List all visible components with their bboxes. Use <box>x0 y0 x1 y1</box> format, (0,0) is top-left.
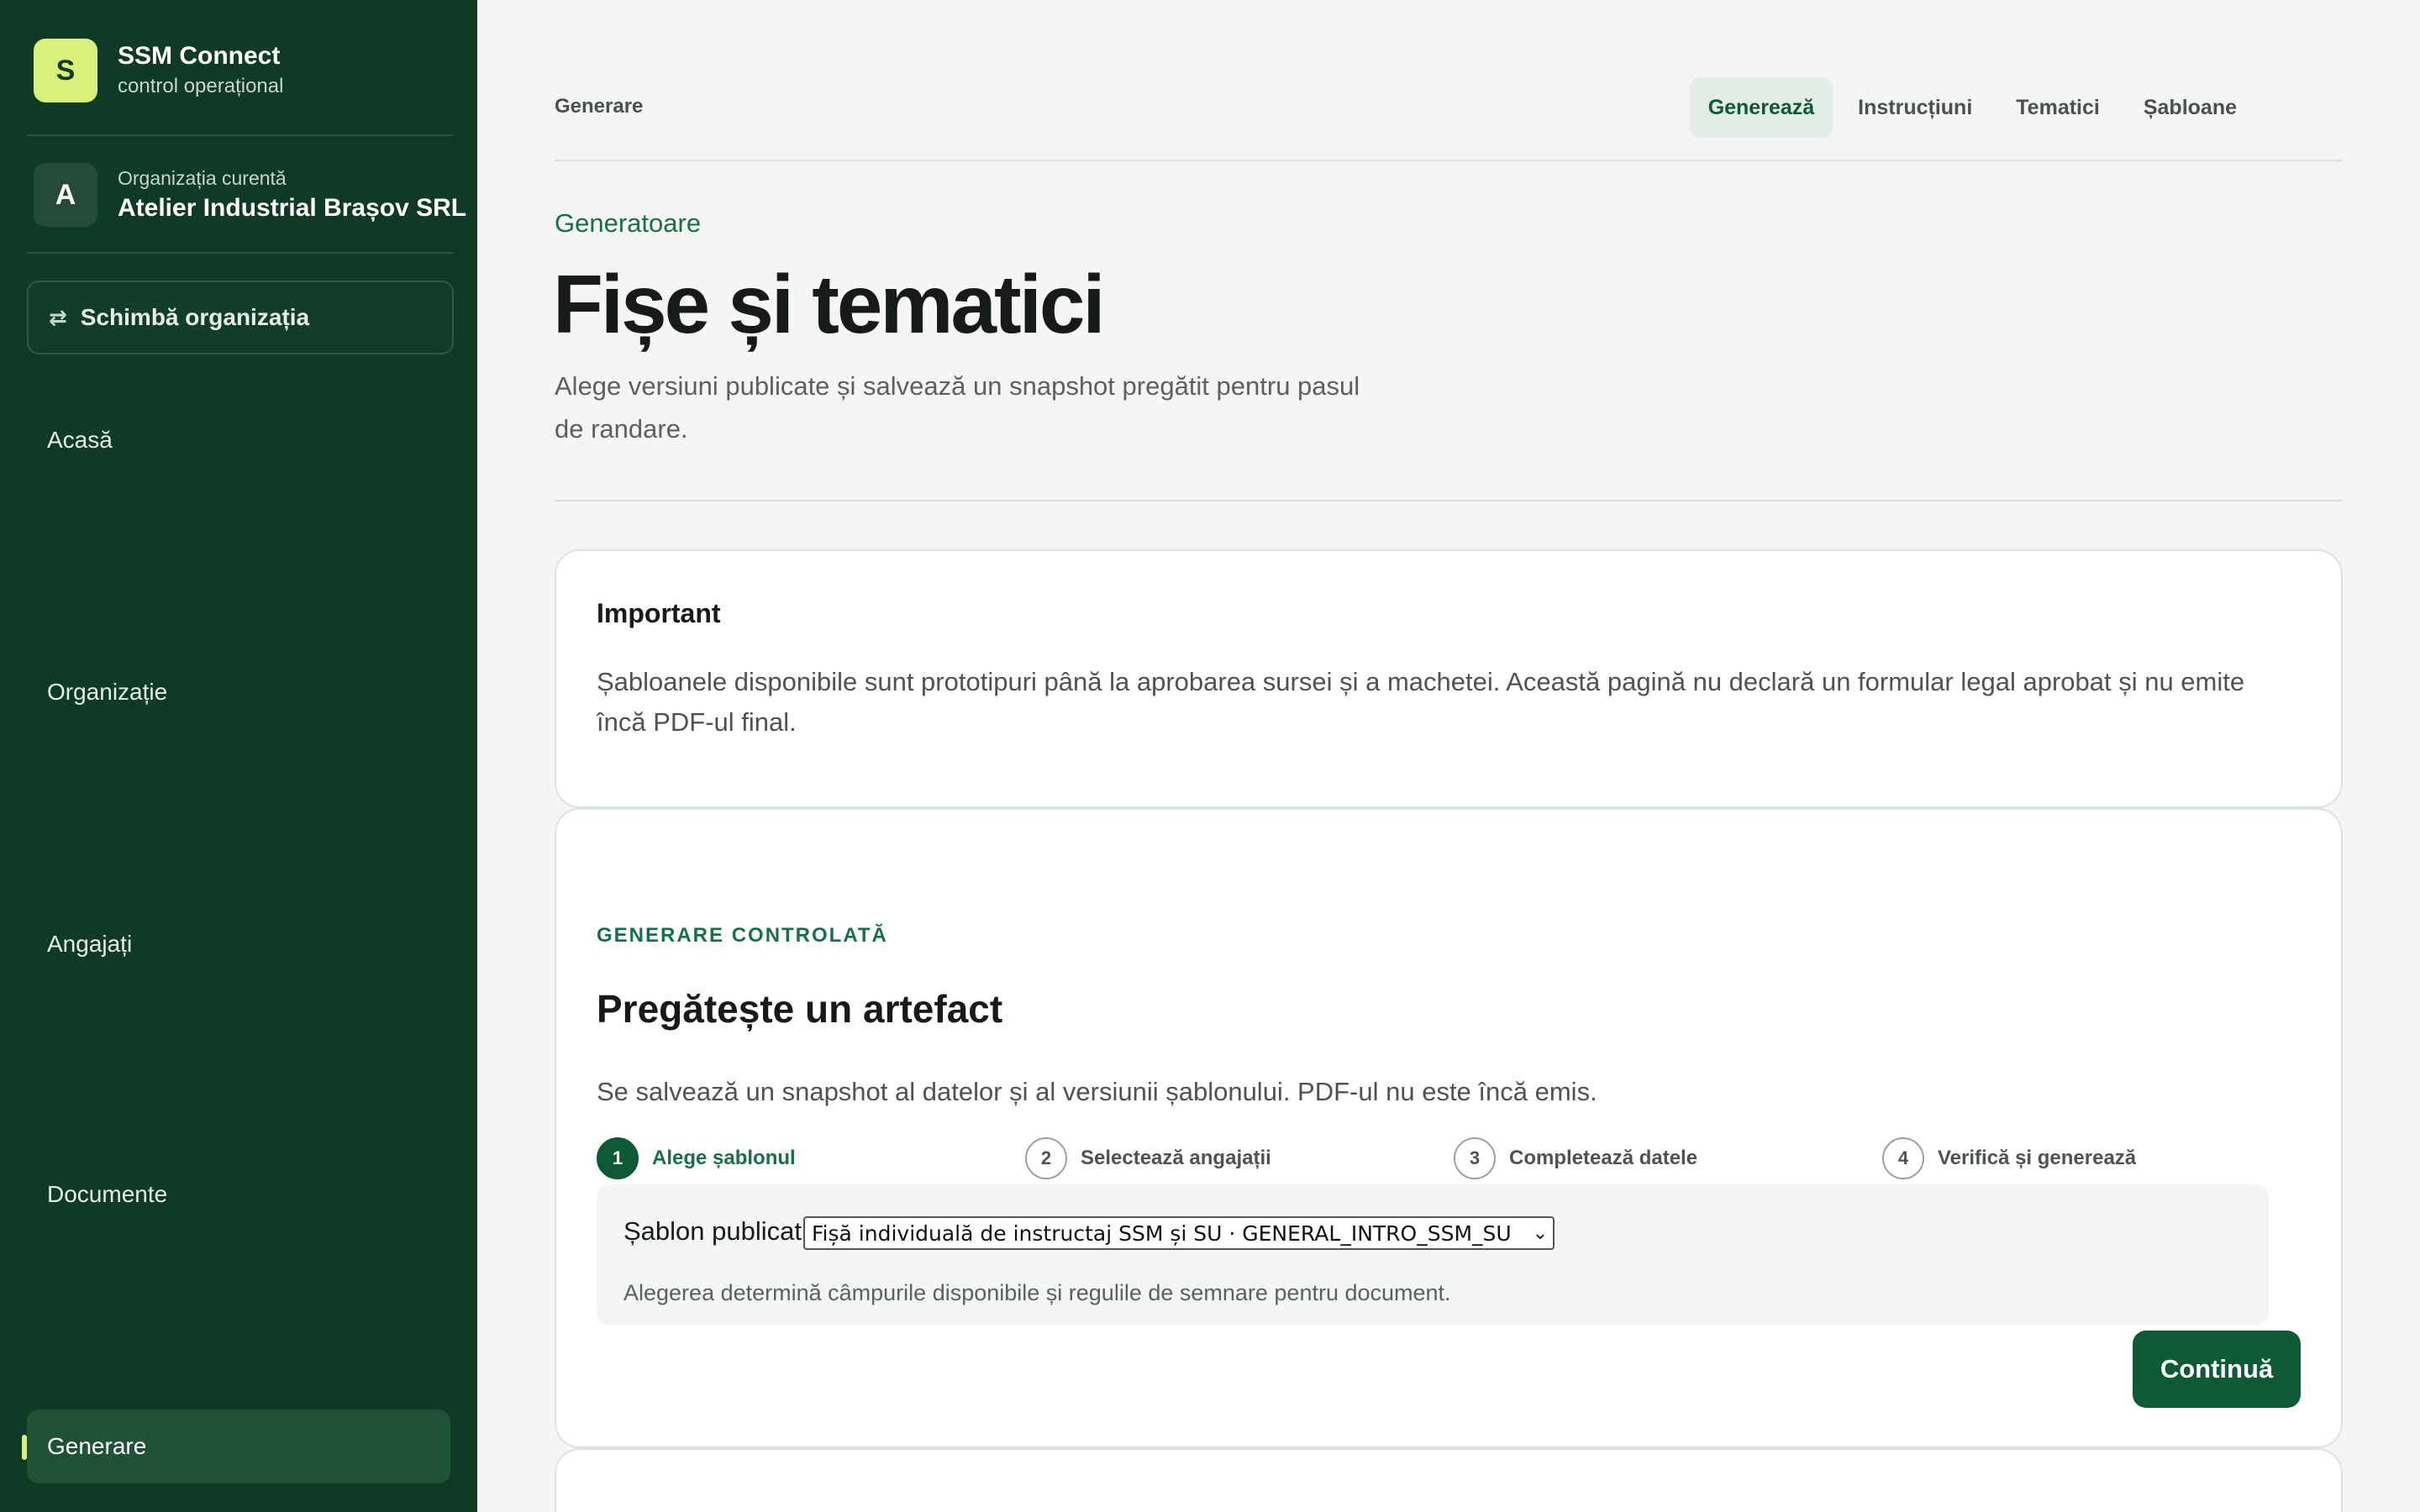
sidebar: S SSM Connect control operațional A Orga… <box>0 0 477 1512</box>
template-field: Șablon publicat Fișă individuală de inst… <box>597 1184 2269 1326</box>
sidebar-item-acasa[interactable]: Acasă <box>27 403 450 477</box>
page-eyebrow: Generatoare <box>555 208 702 238</box>
section-divider <box>555 500 2343 501</box>
step-number: 3 <box>1454 1137 1496 1179</box>
step-4[interactable]: 4 Verifică și generează <box>1882 1137 2136 1179</box>
template-field-help: Alegerea determină câmpurile disponibile… <box>623 1280 1451 1305</box>
tab-tematici[interactable]: Tematici <box>1997 77 2118 138</box>
main-content: Generare Generează Instrucțiuni Tematici… <box>477 0 2420 1512</box>
next-card <box>555 1448 2343 1512</box>
swap-arrows-icon: ⇄ <box>49 304 67 330</box>
sidebar-item-documente[interactable]: Documente <box>27 1158 450 1231</box>
page-title: Fișe și tematici <box>553 258 1106 350</box>
chevron-down-icon: ⌄ <box>1532 1222 1549 1244</box>
template-select-value: Fișă individuală de instructaj SSM și SU… <box>812 1221 1512 1246</box>
sidebar-item-generare[interactable]: Generare <box>22 1410 450 1483</box>
sidebar-item-label: Documente <box>47 1181 168 1207</box>
step-3[interactable]: 3 Completează datele <box>1454 1137 1697 1179</box>
important-notice-card: Important Șabloanele disponibile sunt pr… <box>555 549 2343 808</box>
step-1[interactable]: 1 Alege șablonul <box>597 1137 796 1179</box>
current-organization: A Organizația curentă Atelier Industrial… <box>34 163 466 227</box>
page-subtitle: Alege versiuni publicate și salvează un … <box>555 371 1360 444</box>
sidebar-item-label: Angajați <box>47 931 133 957</box>
step-number: 4 <box>1882 1137 1924 1179</box>
generator-card: GENERARE CONTROLATĂ Pregătește un artefa… <box>555 808 2343 1448</box>
breadcrumb: Generare <box>555 95 644 118</box>
tab-instructiuni[interactable]: Instrucțiuni <box>1839 77 1991 138</box>
sidebar-divider <box>27 252 454 254</box>
top-tabs: Generează Instrucțiuni Tematici Șabloane <box>1683 77 2255 138</box>
sidebar-item-label: Generare <box>47 1433 147 1459</box>
generator-subtitle: Se salvează un snapshot al datelor și al… <box>597 1077 1597 1106</box>
template-select[interactable]: Fișă individuală de instructaj SSM și SU… <box>803 1216 1555 1250</box>
step-2[interactable]: 2 Selectează angajații <box>1025 1137 1271 1179</box>
organization-name: Atelier Industrial Brașov SRL <box>118 194 467 222</box>
switch-organization-button[interactable]: ⇄ Schimbă organizația <box>27 281 454 354</box>
tab-genereaza[interactable]: Generează <box>1689 77 1833 138</box>
organization-label: Organizația curentă <box>118 167 287 189</box>
step-label: Selectează angajații <box>1081 1147 1271 1169</box>
brand-subtitle: control operațional <box>118 75 284 97</box>
step-number: 2 <box>1025 1137 1067 1179</box>
step-number: 1 <box>597 1137 639 1179</box>
switch-organization-label: Schimbă organizația <box>80 304 310 330</box>
notice-text: Șabloanele disponibile sunt prototipuri … <box>597 667 2245 737</box>
tab-sabloane[interactable]: Șabloane <box>2125 77 2255 138</box>
header-divider <box>555 160 2343 161</box>
sidebar-item-label: Organizație <box>47 679 168 705</box>
brand-logo: S <box>34 39 97 102</box>
step-label: Verifică și generează <box>1938 1147 2137 1169</box>
stepper: 1 Alege șablonul 2 Selectează angajații … <box>597 1137 2302 1184</box>
sidebar-divider <box>27 134 454 136</box>
notice-title: Important <box>597 598 721 628</box>
brand-name: SSM Connect <box>118 42 281 70</box>
sidebar-item-organizatie[interactable]: Organizație <box>27 655 450 729</box>
sidebar-item-angajati[interactable]: Angajați <box>27 907 450 981</box>
organization-avatar: A <box>34 163 97 227</box>
step-label: Alege șablonul <box>652 1147 796 1169</box>
continue-button[interactable]: Continuă <box>2133 1331 2301 1408</box>
generator-title: Pregătește un artefact <box>597 987 1003 1031</box>
step-label: Completează datele <box>1509 1147 1698 1169</box>
template-field-label: Șablon publicat <box>623 1216 802 1246</box>
generator-eyebrow: GENERARE CONTROLATĂ <box>597 924 888 947</box>
brand[interactable]: S SSM Connect control operațional <box>34 39 283 102</box>
sidebar-item-label: Acasă <box>47 427 113 453</box>
